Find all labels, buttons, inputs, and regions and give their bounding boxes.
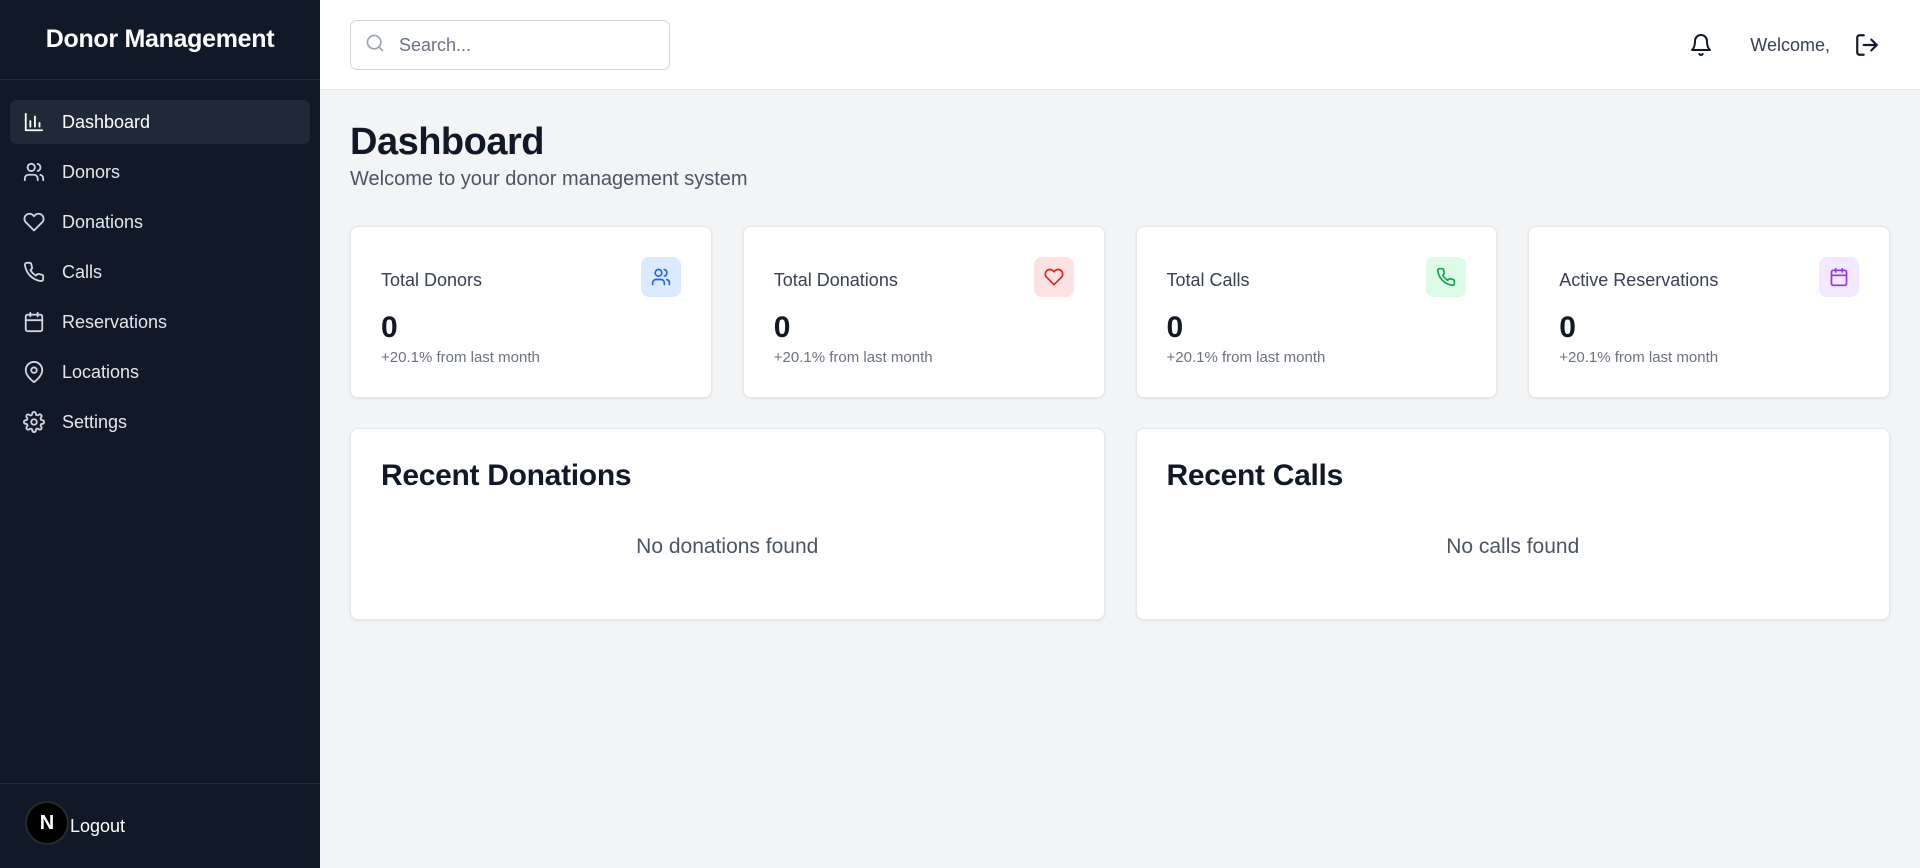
empty-state: No donations found: [636, 535, 819, 558]
recent-calls-panel: Recent Calls No calls found: [1135, 428, 1890, 620]
search-box[interactable]: [350, 20, 670, 70]
map-pin-icon: [22, 360, 46, 384]
search-icon: [365, 33, 385, 58]
sidebar-item-label: Settings: [62, 411, 128, 432]
logout-label: Logout: [70, 815, 126, 836]
stat-value: 0: [1166, 311, 1184, 344]
sidebar-item-calls[interactable]: Calls: [10, 250, 310, 294]
calendar-icon: [22, 310, 46, 334]
n-badge-icon[interactable]: N: [25, 801, 69, 845]
panel-title: Recent Donations: [381, 459, 632, 492]
sidebar-item-donors[interactable]: Donors: [10, 150, 310, 194]
sidebar-item-label: Reservations: [62, 311, 168, 332]
recent-donations-panel: Recent Donations No donations found: [350, 428, 1105, 620]
stat-value: 0: [773, 311, 791, 344]
main-content: Dashboard Welcome to your donor manageme…: [350, 120, 1890, 620]
top-bar: Welcome,: [320, 0, 1920, 90]
stat-change: +20.1% from last month: [773, 349, 933, 366]
stat-value: 0: [1559, 311, 1576, 344]
sidebar-item-dashboard[interactable]: Dashboard: [10, 100, 310, 144]
stat-label: Total Donations: [773, 270, 898, 290]
stat-card-active-reservations: Active Reservations 0 +20.1% from last m…: [1528, 226, 1890, 398]
phone-icon: [22, 260, 46, 284]
stat-label: Total Calls: [1166, 270, 1250, 290]
sidebar-item-settings[interactable]: Settings: [10, 400, 310, 444]
bar-chart-icon: [22, 110, 46, 134]
heart-icon: [22, 210, 46, 234]
stat-label: Total Donors: [381, 270, 483, 290]
heart-icon: [1033, 257, 1074, 297]
stat-change: +20.1% from last month: [1559, 349, 1719, 366]
users-icon: [22, 160, 46, 184]
sidebar-item-reservations[interactable]: Reservations: [10, 300, 310, 344]
stat-change: +20.1% from last month: [381, 349, 540, 366]
sidebar: Donor Management Dashboard Donors Donati…: [0, 0, 320, 868]
page-subtitle: Welcome to your donor management system: [350, 168, 748, 190]
sidebar-item-label: Calls: [62, 261, 103, 282]
stat-card-total-donations: Total Donations 0 +20.1% from last month: [742, 226, 1105, 398]
stat-change: +20.1% from last month: [1166, 349, 1326, 366]
sidebar-logout-button[interactable]: N Logout: [0, 783, 320, 868]
welcome-text: Welcome,: [1750, 34, 1830, 55]
stat-card-total-calls: Total Calls 0 +20.1% from last month: [1135, 226, 1498, 398]
stat-card-total-donors: Total Donors 0 +20.1% from last month: [350, 226, 712, 398]
header-actions: Welcome,: [1686, 0, 1882, 90]
bell-icon[interactable]: [1686, 30, 1716, 60]
app-brand: Donor Management: [0, 0, 320, 80]
empty-state: No calls found: [1446, 535, 1580, 558]
sidebar-item-locations[interactable]: Locations: [10, 350, 310, 394]
gear-icon: [22, 410, 46, 434]
sidebar-nav: Dashboard Donors Donations Calls Reserva…: [0, 80, 320, 470]
calendar-icon: [1819, 257, 1859, 297]
page-title: Dashboard: [350, 121, 544, 163]
panels-row: Recent Donations No donations found Rece…: [350, 428, 1890, 620]
search-input[interactable]: [399, 34, 649, 56]
phone-icon: [1426, 257, 1467, 297]
sidebar-item-label: Donations: [62, 211, 144, 232]
panel-title: Recent Calls: [1166, 459, 1344, 492]
stat-label: Active Reservations: [1559, 270, 1719, 290]
sidebar-item-label: Locations: [62, 361, 140, 382]
logout-icon[interactable]: [1852, 30, 1882, 60]
sidebar-item-label: Dashboard: [62, 111, 151, 132]
stats-row: Total Donors 0 +20.1% from last month To…: [350, 226, 1890, 398]
users-icon: [640, 257, 681, 297]
sidebar-item-label: Donors: [62, 161, 121, 182]
stat-value: 0: [381, 311, 398, 344]
sidebar-item-donations[interactable]: Donations: [10, 200, 310, 244]
